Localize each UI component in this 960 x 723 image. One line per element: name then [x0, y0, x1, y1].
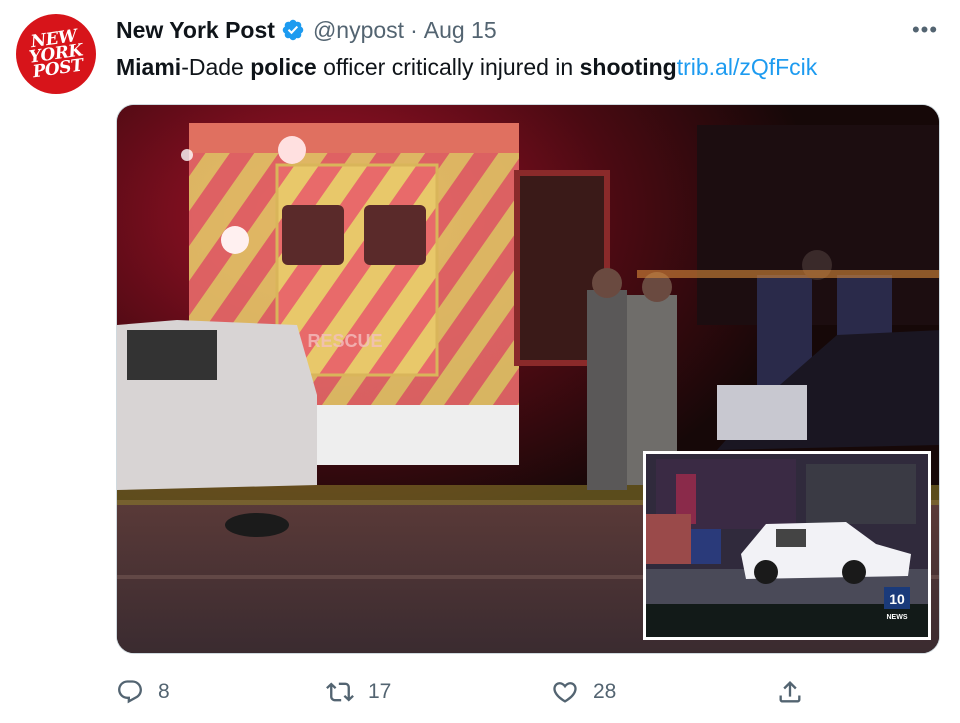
retweet-icon [326, 682, 354, 702]
tweet-text-part: shooting [579, 54, 677, 80]
tweet-text-part: officer critically injured in [316, 54, 580, 80]
like-button[interactable]: 28 [551, 672, 616, 712]
ambulance-label: RESCUE [307, 331, 382, 351]
reply-count: 8 [158, 680, 170, 703]
nypost-logo: NEW YORK POST [27, 25, 85, 82]
tweet-text: Miami-Dade police officer critically inj… [116, 52, 920, 82]
news-logo-text: NEWS [887, 614, 908, 621]
separator-dot: · [410, 16, 418, 43]
inset-video-frame: 10 NEWS [643, 451, 931, 640]
retweet-count: 17 [368, 680, 392, 703]
share-button[interactable] [776, 672, 818, 712]
action-bar: 8 17 28 [116, 672, 940, 712]
author-name[interactable]: New York Post [116, 17, 275, 44]
tweet-text-part: -Dade [181, 54, 251, 80]
reply-icon [118, 680, 142, 704]
tweet-header: New York Post @nypost · Aug 15 [116, 15, 890, 45]
tweet-date[interactable]: Aug 15 [424, 17, 497, 44]
reply-button[interactable]: 8 [116, 672, 170, 712]
more-options-icon[interactable]: ••• [910, 17, 940, 42]
avatar[interactable]: NEW YORK POST [16, 14, 96, 94]
author-handle[interactable]: @nypost [313, 17, 404, 44]
tweet-link[interactable]: trib.al/zQfFcik [677, 54, 818, 80]
tweet-text-part: police [250, 54, 317, 80]
news-logo-number: 10 [889, 591, 905, 607]
tweet-text-part: Miami [116, 54, 182, 80]
tweet-image[interactable]: RESCUE 10 NEWS [116, 104, 940, 654]
retweet-button[interactable]: 17 [326, 672, 391, 712]
heart-icon [553, 682, 577, 703]
inset-scene: 10 NEWS [646, 454, 928, 637]
share-icon [779, 681, 801, 703]
verified-badge-icon [282, 19, 304, 41]
like-count: 28 [593, 680, 617, 703]
